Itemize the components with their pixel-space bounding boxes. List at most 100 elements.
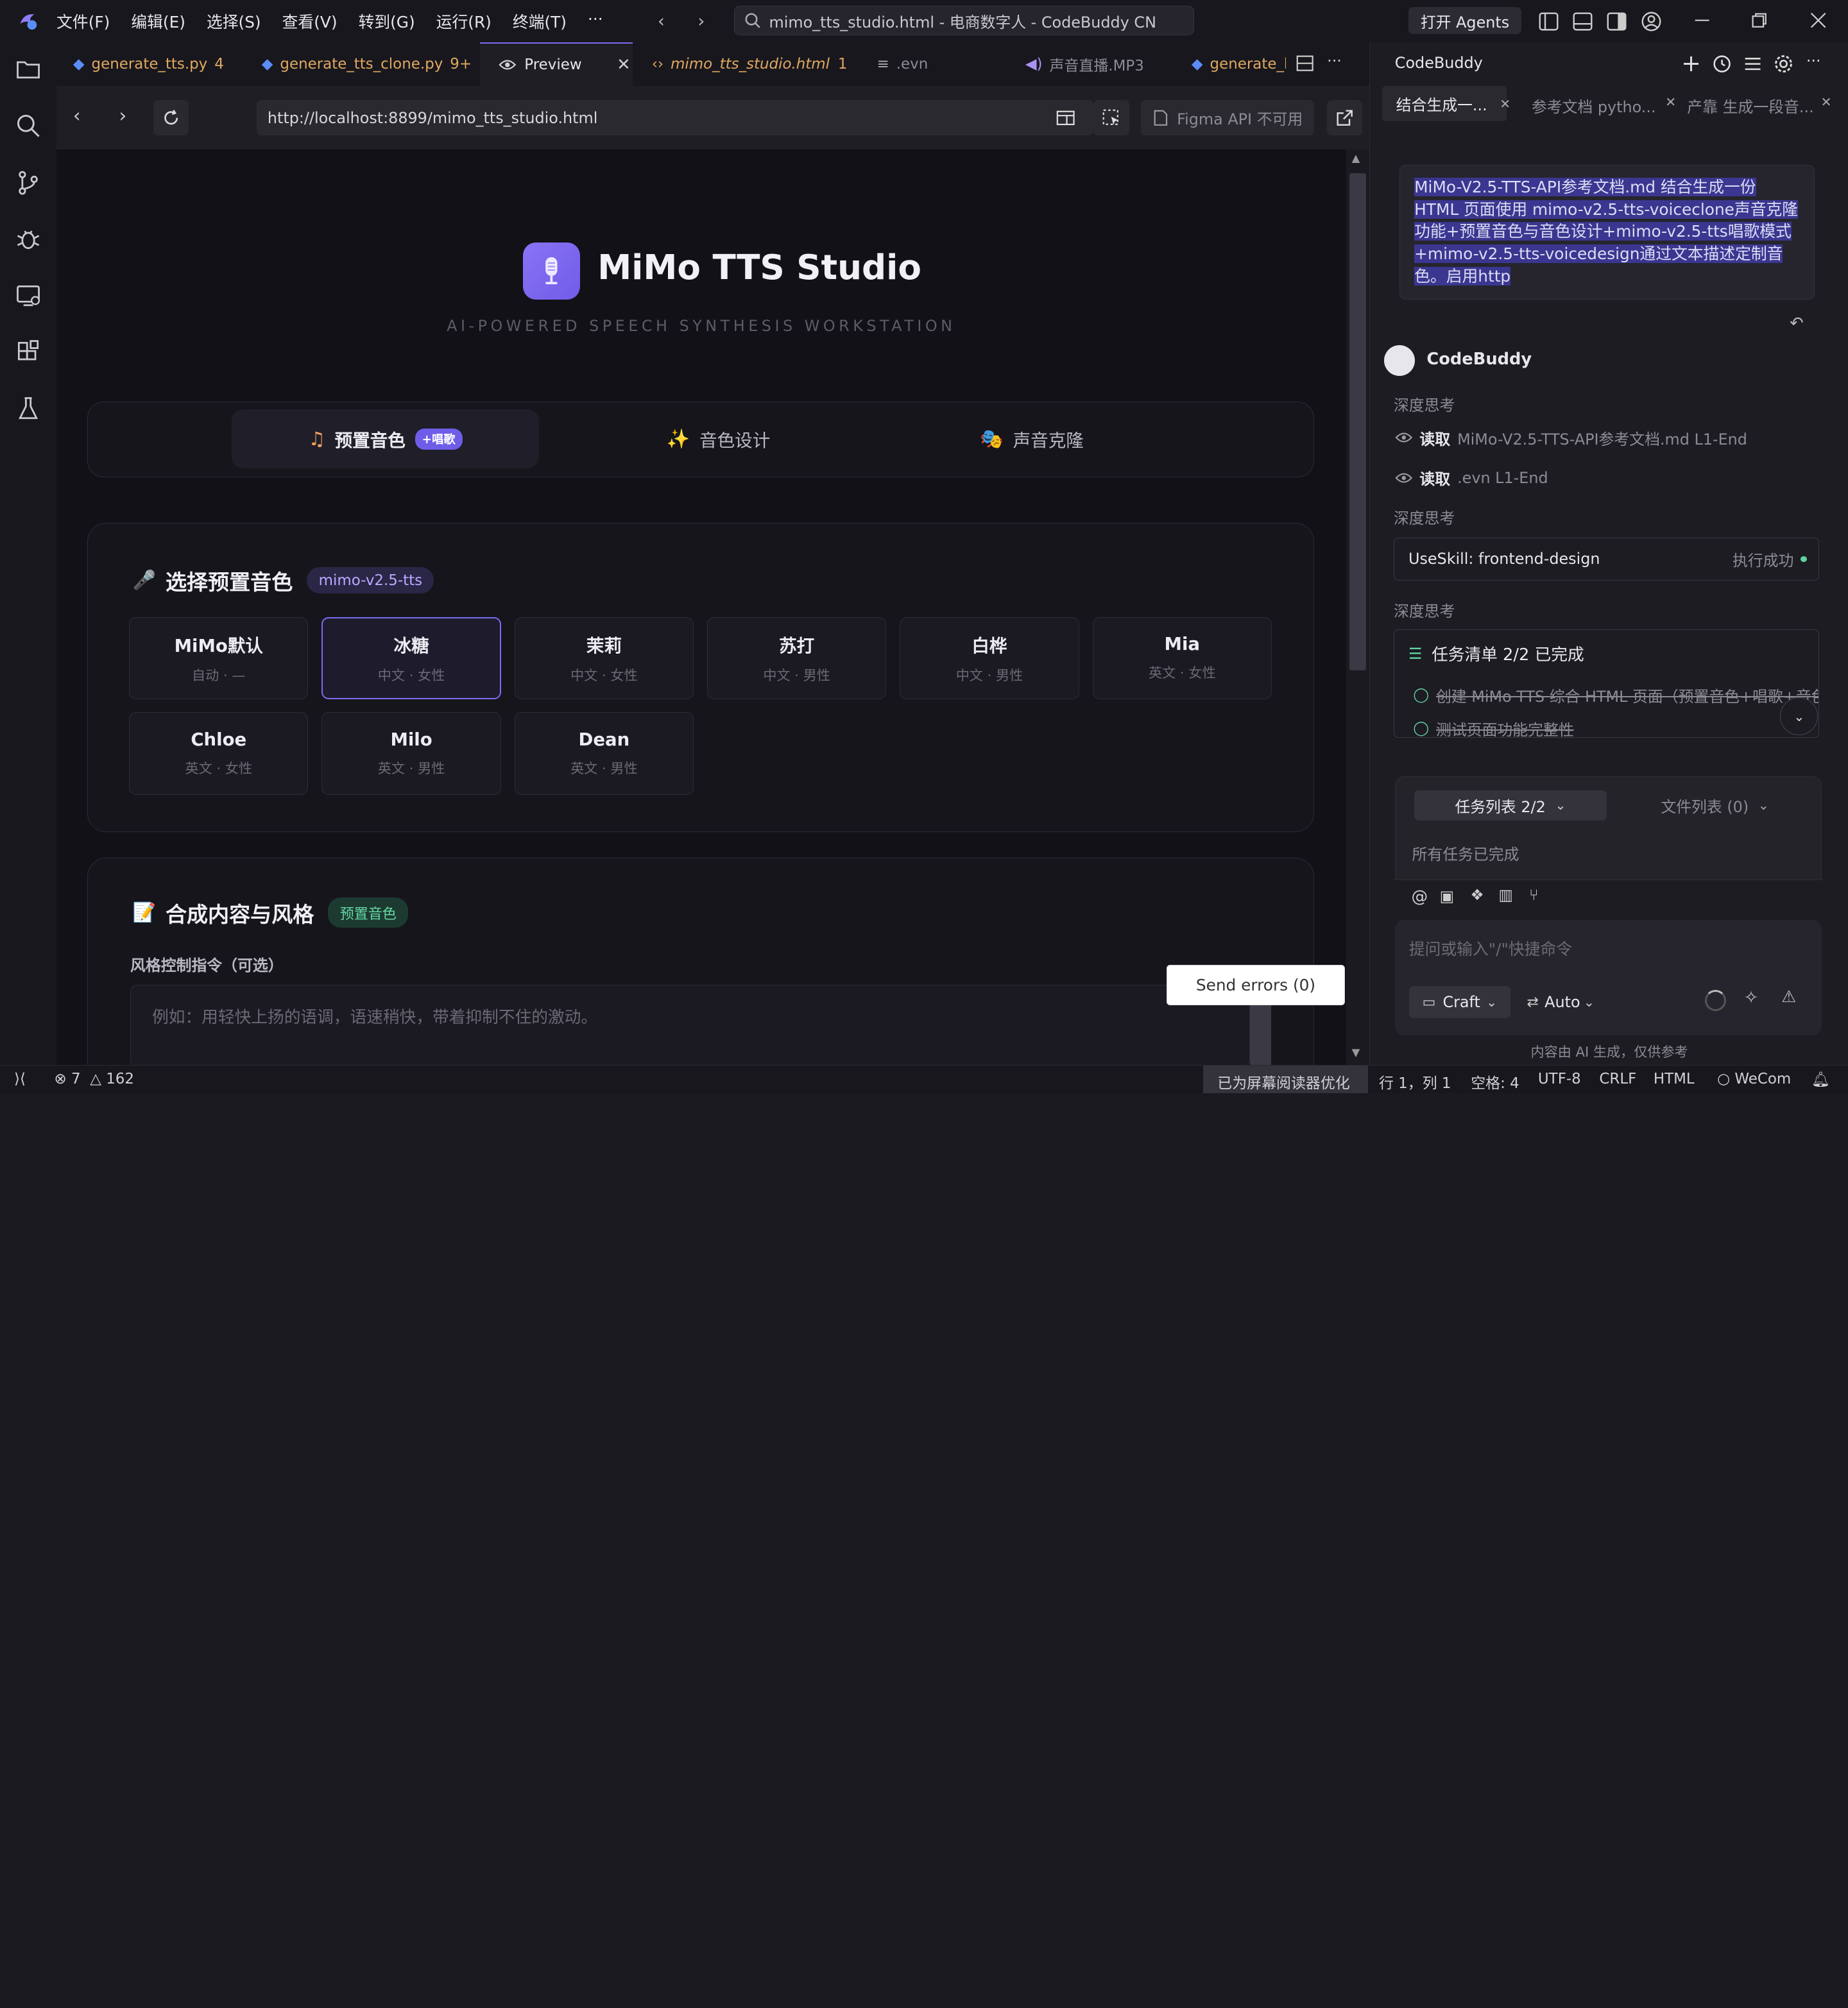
branch-icon[interactable]: ⑂ <box>1529 886 1538 904</box>
wecom-status[interactable]: ○ WeCom <box>1717 1071 1791 1087</box>
more-actions-icon[interactable]: ··· <box>1327 52 1342 70</box>
toggle-secondary-sidebar-icon[interactable] <box>1606 11 1627 32</box>
extensions-icon[interactable] <box>14 338 42 366</box>
browser-back-icon[interactable]: ‹ <box>73 105 81 126</box>
tab-evn[interactable]: ≡ .evn <box>877 42 928 86</box>
scroll-down-icon[interactable]: ▼ <box>1352 1046 1360 1059</box>
read-step[interactable]: 读取 .evn L1-End <box>1395 466 1548 489</box>
toggle-sidebar-icon[interactable] <box>1538 11 1559 32</box>
tab-generate-tts-clone[interactable]: ◆ generate_tts_clone.py 9+ <box>262 42 472 86</box>
list-icon[interactable] <box>1743 54 1763 74</box>
menu-more[interactable]: ··· <box>588 10 603 33</box>
voice-option[interactable]: MiMo默认 自动 · — <box>129 617 309 700</box>
close-window-icon[interactable] <box>1809 11 1827 30</box>
menu-run[interactable]: 运行(R) <box>436 10 492 33</box>
voice-option[interactable]: 苏打 中文 · 男性 <box>707 617 887 700</box>
task-checklist-header[interactable]: ☰ 任务清单 2/2 已完成 <box>1408 642 1584 665</box>
tab-mimo-tts-studio[interactable]: ‹› mimo_tts_studio.html 1 <box>652 42 848 86</box>
mention-icon[interactable]: @ <box>1412 887 1428 906</box>
open-agents-button[interactable]: 打开 Agents <box>1408 7 1522 35</box>
language-mode[interactable]: HTML <box>1654 1071 1695 1087</box>
close-tab-icon[interactable]: ✕ <box>617 55 631 74</box>
tab-voice-design[interactable]: ✨ 音色设计 <box>618 409 818 468</box>
history-icon[interactable] <box>1712 54 1732 74</box>
preview-scrollbar[interactable]: ▲ ▼ <box>1346 149 1370 1066</box>
deep-think-label[interactable]: 深度思考 <box>1394 599 1455 621</box>
command-search[interactable]: mimo_tts_studio.html - 电商数字人 - CodeBuddy… <box>734 6 1194 36</box>
voice-option[interactable]: Chloe 英文 · 女性 <box>129 712 309 795</box>
cursor-position[interactable]: 行 1，列 1 <box>1379 1071 1451 1093</box>
chat-tab-active[interactable]: 结合生成一... ✕ <box>1382 86 1510 122</box>
notifications-bell-icon[interactable]: 🔔︎ <box>1811 1071 1830 1088</box>
image-attach-icon[interactable]: ▣ <box>1440 887 1455 905</box>
toggle-panel-icon[interactable] <box>1572 11 1593 32</box>
file-list-tab[interactable]: 文件列表 (0) ⌄ <box>1627 790 1804 821</box>
deep-think-label[interactable]: 深度思考 <box>1394 393 1455 415</box>
settings-gear-icon[interactable] <box>1773 53 1794 74</box>
forward-nav-icon[interactable]: › <box>697 11 705 31</box>
encoding[interactable]: UTF-8 <box>1538 1071 1581 1087</box>
explorer-icon[interactable] <box>14 55 42 83</box>
menu-terminal[interactable]: 终端(T) <box>513 10 567 33</box>
deep-think-label[interactable]: 深度思考 <box>1394 506 1455 528</box>
testing-flask-icon[interactable] <box>14 395 42 423</box>
close-chat-tab-icon[interactable]: ✕ <box>1500 96 1510 112</box>
voice-option[interactable]: Mia 英文 · 女性 <box>1092 617 1272 700</box>
voice-option[interactable]: Milo 英文 · 男性 <box>321 712 501 795</box>
chat-tab[interactable]: 参考文档 pytho... ✕ <box>1532 94 1676 117</box>
layout-toggle-button[interactable] <box>1047 100 1083 136</box>
open-external-button[interactable] <box>1327 100 1363 136</box>
tab-generate-k[interactable]: ◆ generate_k <box>1192 42 1286 86</box>
scroll-to-bottom-button[interactable]: ⌄ <box>1780 697 1818 736</box>
reload-button[interactable] <box>153 100 189 136</box>
panel-more-icon[interactable]: ··· <box>1806 52 1821 70</box>
close-chat-tab-icon[interactable]: ✕ <box>1821 94 1832 117</box>
tab-preview[interactable]: Preview ✕ <box>479 42 633 87</box>
tab-generate-tts[interactable]: ◆ generate_tts.py 4 <box>73 42 224 86</box>
voice-option[interactable]: 茉莉 中文 · 女性 <box>514 617 694 700</box>
account-icon[interactable] <box>1641 11 1662 32</box>
source-control-icon[interactable] <box>14 169 42 197</box>
search-icon[interactable] <box>14 112 42 140</box>
menu-goto[interactable]: 转到(G) <box>359 10 415 33</box>
indentation[interactable]: 空格: 4 <box>1471 1071 1519 1093</box>
chat-tab[interactable]: 产靠 生成一段音... ✕ <box>1687 94 1848 117</box>
tab-voice-clone[interactable]: 🎭 声音克隆 <box>932 409 1132 468</box>
line-ending[interactable]: CRLF <box>1599 1071 1636 1087</box>
problems-indicator[interactable]: ⊗ 7 △ 162 <box>54 1071 133 1087</box>
new-chat-icon[interactable]: + <box>1681 49 1701 77</box>
voice-option[interactable]: Dean 英文 · 男性 <box>514 712 694 795</box>
voice-option[interactable]: 白桦 中文 · 男性 <box>900 617 1079 700</box>
minimize-icon[interactable] <box>1693 11 1711 30</box>
prompt-input[interactable]: 提问或输入"/"快捷命令 ▭ Craft ⌄ ⇄ Auto ⌄ ✧ ⚠ <box>1394 920 1822 1036</box>
element-picker-button[interactable] <box>1093 100 1129 136</box>
restore-icon[interactable] <box>1750 11 1768 30</box>
skill-card[interactable]: UseSkill: frontend-design 执行成功 <box>1393 537 1819 581</box>
scroll-thumb[interactable] <box>1349 173 1366 671</box>
back-nav-icon[interactable]: ‹ <box>658 11 665 31</box>
book-icon[interactable]: ▥ <box>1498 886 1513 904</box>
split-editor-icon[interactable] <box>1296 54 1314 72</box>
undo-icon[interactable]: ↶ <box>1790 314 1804 333</box>
debug-icon[interactable] <box>14 225 42 253</box>
tab-audio[interactable]: ◀) 声音直播.MP3 <box>1025 42 1144 86</box>
close-chat-tab-icon[interactable]: ✕ <box>1665 94 1676 117</box>
figma-button[interactable]: Figma API 不可用 <box>1140 100 1314 136</box>
send-icon[interactable]: ⚠ <box>1781 987 1796 1007</box>
read-step[interactable]: 读取 MiMo-V2.5-TTS-API参考文档.md L1-End <box>1395 427 1747 449</box>
menu-file[interactable]: 文件(F) <box>56 10 110 33</box>
url-input[interactable]: http://localhost:8899/mimo_tts_studio.ht… <box>257 100 1094 136</box>
menu-select[interactable]: 选择(S) <box>207 10 261 33</box>
voice-option[interactable]: 冰糖 中文 · 女性 <box>321 617 501 700</box>
task-list-tab[interactable]: 任务列表 2/2 ⌄ <box>1414 790 1607 821</box>
scroll-up-icon[interactable]: ▲ <box>1352 152 1360 164</box>
screen-reader-status[interactable]: 已为屏幕阅读器优化 <box>1217 1071 1349 1093</box>
enhance-prompt-icon[interactable]: ✧ <box>1743 987 1758 1008</box>
send-errors-button[interactable]: Send errors (0) <box>1167 965 1345 1005</box>
figma-icon[interactable]: ❖ <box>1470 886 1484 904</box>
menu-view[interactable]: 查看(V) <box>282 10 338 33</box>
mode-select[interactable]: ▭ Craft ⌄ <box>1408 986 1510 1018</box>
remote-icon[interactable]: ⟩⟨ <box>14 1071 26 1087</box>
browser-forward-icon[interactable]: › <box>119 105 127 126</box>
tab-preset-voices[interactable]: ♫ 预置音色 +唱歌 <box>231 409 540 469</box>
